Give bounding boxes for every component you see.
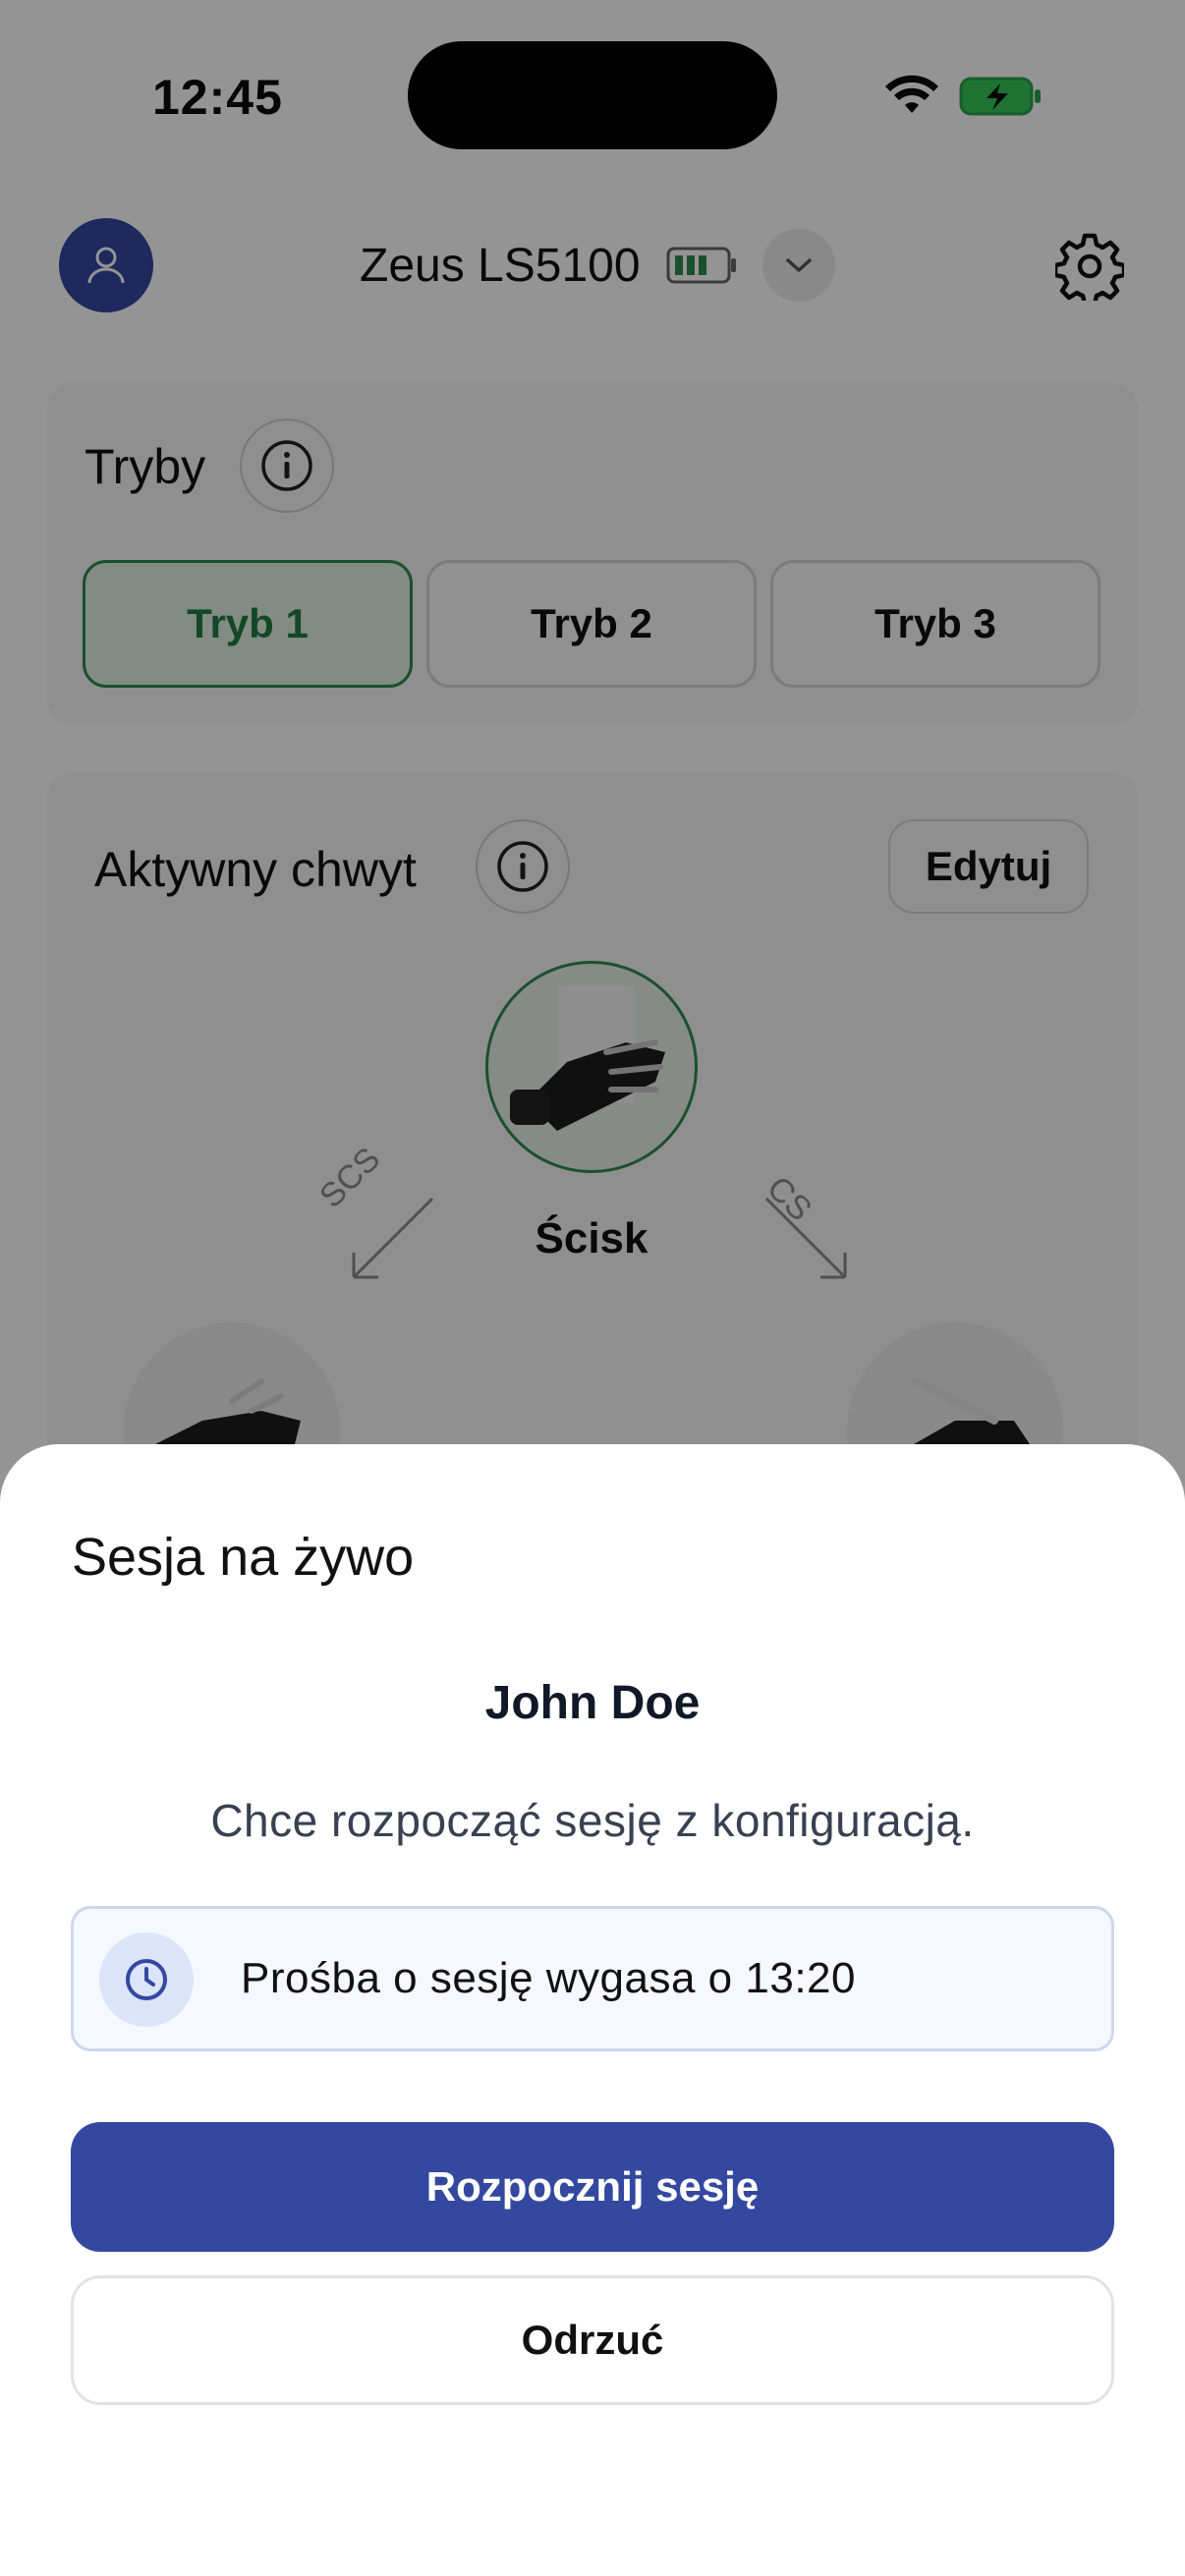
live-session-sheet: Sesja na żywo John Doe Chce rozpocząć se… [0,1444,1185,2576]
sheet-title: Sesja na żywo [72,1528,415,1587]
expiry-notice: Prośba o sesję wygasa o 13:20 [71,1906,1114,2051]
clock-badge [99,1932,194,2027]
start-session-button[interactable]: Rozpocznij sesję [71,2122,1114,2252]
reject-button[interactable]: Odrzuć [71,2275,1114,2405]
expiry-text: Prośba o sesję wygasa o 13:20 [241,1954,856,2002]
requester-name: John Doe [484,1677,701,1729]
clock-icon [126,1959,167,2000]
session-message: Chce rozpocząć sesję z konfiguracją. [210,1795,975,1846]
